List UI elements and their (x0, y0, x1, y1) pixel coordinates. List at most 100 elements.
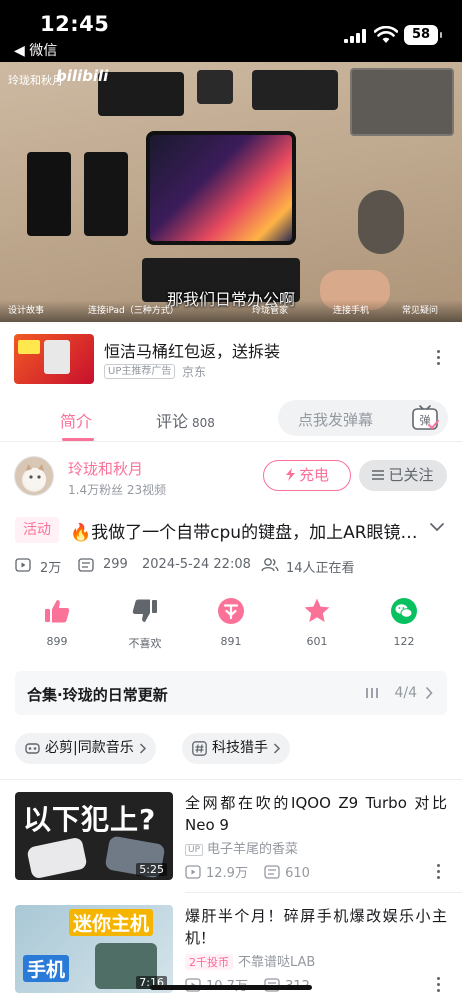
status-bar: 12:45 ◀ 微信 58 (0, 0, 462, 60)
chevron-down-icon[interactable] (428, 518, 446, 536)
scene-phone-1 (27, 152, 71, 236)
tab-comments-count: 808 (192, 416, 215, 430)
video-title: 爆肝半个月！碎屏手机爆改娱乐小主机！ (185, 907, 447, 947)
scene-stand (350, 68, 454, 136)
danmaku-input[interactable]: 点我发弹幕 弹 (278, 400, 448, 436)
thumbs-up-icon (45, 600, 70, 623)
tab-comments-label: 评论 (156, 412, 189, 431)
favorite-count: 601 (306, 635, 328, 648)
uploader-name[interactable]: 玲珑和秋月 (68, 458, 143, 479)
uploader-stats: 1.4万粉丝 23视频 (68, 483, 167, 497)
coin-badge: 2千投币 (185, 954, 233, 970)
chip-music[interactable]: 必剪|同款音乐 (15, 733, 156, 764)
video-title: 全网都在吹的IQOO Z9 Turbo 对比Neo 9 (185, 794, 447, 834)
chapter-item[interactable]: 设计故事 (8, 303, 44, 316)
play-count-icon (185, 865, 201, 879)
back-to-wechat-link[interactable]: ◀ 微信 (14, 40, 57, 60)
coin-button[interactable]: 891 (201, 597, 261, 648)
video-more-icon[interactable] (437, 864, 441, 882)
tab-bar: 简介 评论 808 点我发弹幕 弹 (0, 394, 462, 442)
battery-indicator: 58 (404, 25, 442, 45)
recommended-video[interactable]: 迷你主机 手机 7:16 爆肝半个月！碎屏手机爆改娱乐小主机！ 2千投币 不靠谱哒… (0, 893, 462, 1000)
wechat-icon (391, 598, 417, 624)
ad-title: 恒洁马桶红包返，送拆装 (104, 342, 281, 361)
video-thumbnail: 迷你主机 手机 7:16 (15, 905, 173, 993)
follow-label: 已关注 (388, 466, 434, 484)
share-button[interactable]: 122 (374, 597, 434, 648)
charge-button[interactable]: 充电 (263, 460, 351, 491)
collection-card[interactable]: 合集·玲珑的日常更新 4/4 (15, 671, 447, 715)
chevron-right-icon (273, 743, 281, 754)
danmaku-count-icon (78, 558, 94, 572)
hashtag-icon (192, 741, 207, 756)
play-count-icon (15, 558, 31, 572)
video-title[interactable]: 🔥我做了一个自带cpu的键盘，加上AR眼镜就是一台电脑 (70, 518, 428, 543)
video-more-icon[interactable] (437, 977, 441, 995)
danmaku-toggle-icon[interactable]: 弹 (410, 403, 440, 433)
cellular-signal-icon (344, 29, 366, 43)
tab-active-indicator (62, 438, 94, 441)
charge-label: 充电 (298, 466, 329, 484)
chapter-item[interactable]: 玲珑管家 (252, 303, 288, 316)
ad-thumbnail (14, 334, 94, 384)
video-frame[interactable]: 玲珑和秋月 bilibili 那我们日常办公啊 设计故事 连接iPad（三种方式… (0, 62, 462, 322)
activity-tag[interactable]: 活动 (15, 517, 59, 543)
scene-mini-pc (98, 72, 184, 116)
chip-topic[interactable]: 科技猎手 (182, 733, 290, 764)
like-button[interactable]: 899 (27, 597, 87, 648)
playlist-icon (366, 688, 378, 698)
chip-music-label: 必剪|同款音乐 (45, 740, 134, 756)
wifi-icon (374, 26, 398, 43)
uploader-avatar[interactable] (14, 456, 54, 496)
home-indicator[interactable] (150, 985, 312, 990)
coin-count: 891 (220, 635, 242, 648)
video-duration: 5:25 (136, 863, 167, 876)
video-views: 12.9万 (206, 866, 248, 881)
favorite-button[interactable]: 601 (287, 597, 347, 648)
ad-banner[interactable]: 恒洁马桶红包返，送拆装 UP主推荐广告 京东 (0, 322, 462, 394)
thumbnail-text: 以下犯上? (23, 803, 157, 836)
chapter-item[interactable]: 常见疑问 (402, 303, 438, 316)
chapter-bar[interactable]: 设计故事 连接iPad（三种方式） 玲珑管家 连接手机 常见疑问 (0, 300, 462, 322)
ad-more-icon[interactable] (437, 350, 441, 368)
collection-progress: 4/4 (394, 685, 417, 701)
thumbs-down-icon (132, 599, 157, 622)
recommended-video[interactable]: 以下犯上? 5:25 全网都在吹的IQOO Z9 Turbo 对比Neo 9 U… (0, 780, 462, 888)
chapter-item[interactable]: 连接iPad（三种方式） (88, 303, 179, 316)
ad-source: 京东 (182, 365, 207, 379)
video-uploader-name: 不靠谱哒LAB (238, 955, 316, 970)
follow-button[interactable]: 已关注 (359, 460, 447, 491)
like-count: 899 (46, 635, 68, 648)
publish-date: 2024-5-24 22:08 (142, 557, 251, 572)
danmaku-count: 299 (103, 557, 128, 572)
video-stats: 12.9万 610 (185, 862, 310, 881)
dislike-button[interactable]: 不喜欢 (115, 597, 175, 651)
lightning-icon (285, 468, 295, 481)
viewers-icon (261, 558, 279, 572)
ad-tag: UP主推荐广告 (104, 364, 176, 379)
scene-small-box (197, 70, 233, 104)
uploader-watermark: 玲珑和秋月 (8, 74, 63, 87)
video-uploader[interactable]: 2千投币 不靠谱哒LAB (185, 951, 315, 970)
scene-phone-2 (84, 152, 128, 236)
coin-icon (218, 598, 244, 624)
video-uploader[interactable]: UP 电子羊尾的香菜 (185, 838, 298, 857)
thumbnail-phone-left (26, 836, 88, 880)
chevron-right-icon (425, 686, 433, 700)
scene-mouse (358, 190, 404, 254)
up-badge: UP (185, 844, 204, 856)
video-thumbnail: 以下犯上? 5:25 (15, 792, 173, 880)
view-count: 2万 (40, 561, 62, 576)
thumbnail-text: 迷你主机 (69, 909, 154, 936)
chevron-right-icon (139, 743, 146, 754)
star-icon (304, 598, 330, 622)
chapter-item[interactable]: 连接手机 (333, 303, 369, 316)
tab-intro[interactable]: 简介 (60, 408, 92, 432)
tab-comments[interactable]: 评论 808 (156, 408, 215, 432)
chip-topic-label: 科技猎手 (212, 740, 268, 756)
scene-tablet (146, 131, 296, 245)
menu-lines-icon (372, 470, 385, 480)
scene-dock (252, 70, 338, 110)
video-player[interactable]: 12:45 ◀ 微信 58 玲珑和秋月 bilibili 那我们日常办公啊 设计… (0, 0, 462, 322)
danmaku-count-icon (264, 865, 280, 879)
